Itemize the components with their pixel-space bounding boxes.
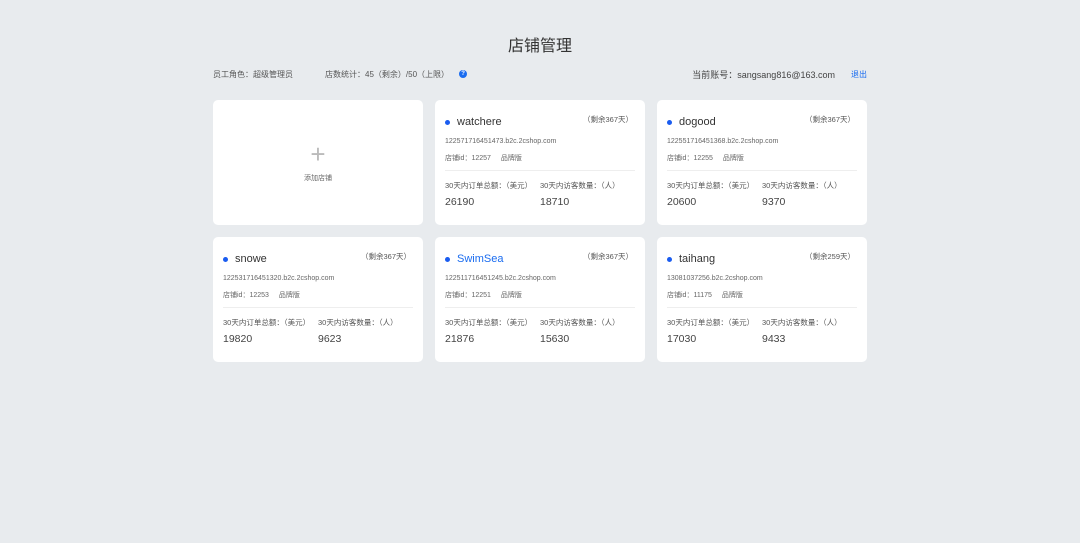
shop-name[interactable]: watchere [457,116,502,128]
shop-name[interactable]: SwimSea [457,253,503,265]
orders-label: 30天内订单总额：（美元） [445,318,533,327]
shop-url: 122531716451320.b2c.2cshop.com [223,275,335,282]
divider [667,170,857,171]
status-dot-icon [667,256,672,262]
visitors-label: 30天内访客数量：（人） [762,318,842,327]
visitors-value: 18710 [540,196,570,208]
divider [445,170,635,171]
divider [223,307,413,308]
visitors-value: 9623 [318,333,342,345]
visitors-label: 30天内访客数量：（人） [318,318,398,327]
shop-url: 122551716451368.b2c.2cshop.com [667,138,779,145]
remaining-days: （剩余367天） [582,252,633,261]
info-bar: 员工角色：超级管理员 店数统计：45（剩余）/50（上限） ? 当前账号：san… [213,67,867,81]
shop-grid: + 添加店铺 watchere （剩余367天） 122571716451473… [213,100,867,362]
shop-id: 店铺id：12257 [445,155,491,162]
shop-edition: 品牌版 [721,292,743,299]
shop-edition: 品牌版 [278,292,300,299]
current-account: 当前账号：sangsang816@163.com [692,69,835,80]
visitors-label: 30天内访客数量：（人） [762,181,842,190]
shop-id: 店铺id：12255 [667,155,713,162]
orders-label: 30天内订单总额：（美元） [223,318,311,327]
orders-label: 30天内订单总额：（美元） [667,181,755,190]
orders-value: 19820 [223,333,253,345]
shop-card[interactable]: dogood （剩余367天） 122551716451368.b2c.2csh… [657,100,867,225]
visitors-value: 15630 [540,333,570,345]
shop-id: 店铺id：12253 [223,292,269,299]
remaining-days: （剩余367天） [582,115,633,124]
status-dot-icon [445,119,450,125]
add-shop-card[interactable]: + 添加店铺 [213,100,423,225]
plus-icon: + [310,138,326,169]
orders-label: 30天内订单总额：（美元） [445,181,533,190]
visitors-label: 30天内访客数量：（人） [540,318,620,327]
visitors-label: 30天内访客数量：（人） [540,181,620,190]
visitors-value: 9370 [762,196,786,208]
orders-value: 26190 [445,196,475,208]
employee-role: 员工角色：超级管理员 [213,69,293,79]
shop-card[interactable]: SwimSea （剩余367天） 122511716451245.b2c.2cs… [435,237,645,362]
logout-link[interactable]: 退出 [851,69,867,80]
shop-name[interactable]: dogood [679,116,716,128]
question-icon[interactable]: ? [459,70,468,78]
orders-label: 30天内订单总额：（美元） [667,318,755,327]
shop-id: 店铺id：11175 [667,292,712,299]
remaining-days: （剩余259天） [804,252,855,261]
shop-card[interactable]: taihang （剩余259天） 13081037256.b2c.2cshop.… [657,237,867,362]
shop-url: 122511716451245.b2c.2cshop.com [445,275,556,282]
shop-id: 店铺id：12251 [445,292,491,299]
shop-url: 122571716451473.b2c.2cshop.com [445,138,557,145]
status-dot-icon [445,256,450,262]
shop-url: 13081037256.b2c.2cshop.com [667,275,763,282]
divider [667,307,857,308]
add-shop-label: 添加店铺 [304,174,332,182]
shop-edition: 品牌版 [500,292,522,299]
shop-edition: 品牌版 [500,155,522,162]
shop-count-stats: 店数统计：45（剩余）/50（上限） [325,69,450,79]
divider [445,307,635,308]
page-title: 店铺管理 [507,38,572,55]
status-dot-icon [667,119,672,125]
orders-value: 17030 [667,333,697,345]
status-dot-icon [223,256,228,262]
visitors-value: 9433 [762,333,786,345]
shop-edition: 品牌版 [722,155,744,162]
remaining-days: （剩余367天） [804,115,855,124]
shop-name[interactable]: snowe [235,253,267,265]
remaining-days: （剩余367天） [360,252,411,261]
shop-card[interactable]: snowe （剩余367天） 122531716451320.b2c.2csho… [213,237,423,362]
orders-value: 21876 [445,333,475,345]
shop-card[interactable]: watchere （剩余367天） 122571716451473.b2c.2c… [435,100,645,225]
orders-value: 20600 [667,196,697,208]
shop-name[interactable]: taihang [679,253,715,265]
